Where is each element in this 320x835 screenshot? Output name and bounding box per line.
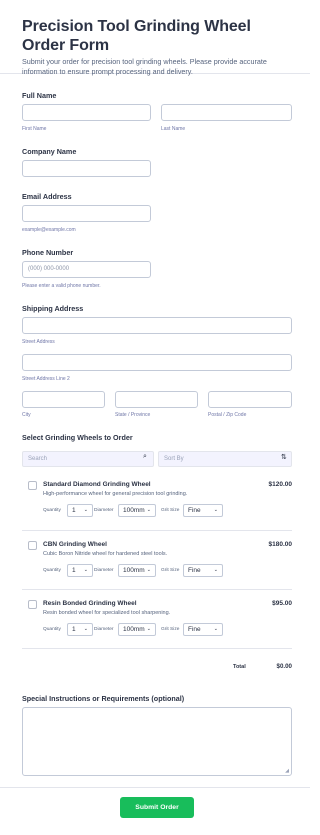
submit-button[interactable]: Submit Order	[120, 797, 194, 818]
product-checkbox[interactable]	[28, 481, 37, 490]
grit-label: Grit Size	[161, 508, 180, 513]
chevron-down-icon: ⌄	[213, 567, 218, 573]
grit-label: Grit Size	[161, 568, 180, 573]
grit-select[interactable]: Fine ⌄	[183, 623, 223, 636]
product-item: Resin Bonded Grinding Wheel $95.00 Resin…	[22, 596, 292, 656]
diameter-select[interactable]: 100mm ⌄	[118, 564, 156, 577]
product-checkbox[interactable]	[28, 600, 37, 609]
quantity-label: Quantity	[43, 568, 61, 573]
instructions-textarea[interactable]: ◢	[22, 707, 292, 776]
full-name-label: Full Name	[22, 91, 57, 100]
quantity-select[interactable]: 1 ⌄	[67, 504, 93, 517]
product-description: Resin bonded wheel for specialized tool …	[43, 610, 171, 616]
form-title: Precision Tool Grinding Wheel Order Form	[22, 18, 251, 54]
grit-label: Grit Size	[161, 627, 180, 632]
chevron-down-icon: ⌄	[83, 567, 88, 573]
product-price: $95.00	[272, 600, 292, 607]
quantity-label: Quantity	[43, 508, 61, 513]
quantity-select[interactable]: 1 ⌄	[67, 564, 93, 577]
search-placeholder: Search	[28, 456, 48, 462]
product-divider	[22, 648, 292, 649]
quantity-value: 1	[72, 567, 76, 574]
last-name-sublabel: Last Name	[161, 126, 186, 132]
state-sublabel: State / Province	[115, 412, 151, 418]
product-name: Standard Diamond Grinding Wheel	[43, 481, 151, 488]
form-header: Precision Tool Grinding Wheel Order Form…	[0, 0, 310, 76]
sort-select[interactable]: Sort By	[158, 451, 292, 467]
product-name: CBN Grinding Wheel	[43, 541, 107, 548]
product-search-input[interactable]: Search	[22, 451, 154, 467]
instructions-label: Special Instructions or Requirements (op…	[22, 694, 185, 703]
chevron-down-icon: ⌄	[213, 507, 218, 513]
diameter-label: Diameter	[94, 508, 114, 513]
product-name: Resin Bonded Grinding Wheel	[43, 600, 137, 607]
diameter-label: Diameter	[94, 627, 114, 632]
phone-input[interactable]: (000) 000-0000	[22, 261, 151, 278]
quantity-value: 1	[72, 507, 76, 514]
search-icon[interactable]: ⌕	[143, 453, 147, 461]
quantity-value: 1	[72, 626, 76, 633]
diameter-value: 100mm	[123, 567, 145, 574]
total-label: Total	[233, 664, 246, 670]
chevron-down-icon: ⌄	[83, 507, 88, 513]
street-sublabel: Street Address	[22, 339, 55, 345]
email-input[interactable]	[22, 205, 151, 222]
street-input[interactable]	[22, 317, 292, 334]
chevron-down-icon: ⌄	[83, 626, 88, 632]
phone-label: Phone Number	[22, 248, 74, 257]
diameter-value: 100mm	[123, 626, 145, 633]
grit-select[interactable]: Fine ⌄	[183, 504, 223, 517]
email-label: Email Address	[22, 192, 72, 201]
product-item: CBN Grinding Wheel $180.00 Cubic Boron N…	[22, 537, 292, 597]
diameter-label: Diameter	[94, 568, 114, 573]
grit-value: Fine	[188, 626, 201, 633]
quantity-select[interactable]: 1 ⌄	[67, 623, 93, 636]
diameter-select[interactable]: 100mm ⌄	[118, 623, 156, 636]
sort-placeholder: Sort By	[164, 456, 184, 462]
product-price: $180.00	[268, 541, 293, 548]
chevron-down-icon: ⌄	[146, 626, 151, 632]
product-item: Standard Diamond Grinding Wheel $120.00 …	[22, 477, 292, 537]
product-description: Cubic Boron Nitride wheel for hardened s…	[43, 551, 168, 557]
state-input[interactable]	[115, 391, 198, 408]
city-input[interactable]	[22, 391, 105, 408]
product-price: $120.00	[268, 481, 293, 488]
diameter-value: 100mm	[123, 507, 145, 514]
chevron-down-icon: ⌄	[146, 567, 151, 573]
product-divider	[22, 589, 292, 590]
grit-value: Fine	[188, 567, 201, 574]
diameter-select[interactable]: 100mm ⌄	[118, 504, 156, 517]
sort-icon[interactable]: ⇅	[281, 453, 287, 461]
form-subtitle: Submit your order for precision tool gri…	[22, 57, 267, 76]
address-label: Shipping Address	[22, 304, 84, 313]
product-description: High-performance wheel for general preci…	[43, 491, 188, 497]
grit-value: Fine	[188, 507, 201, 514]
resize-handle-icon[interactable]: ◢	[285, 768, 289, 774]
street2-sublabel: Street Address Line 2	[22, 376, 70, 382]
postal-sublabel: Postal / Zip Code	[208, 412, 247, 418]
company-input[interactable]	[22, 160, 151, 177]
chevron-down-icon: ⌄	[146, 507, 151, 513]
city-sublabel: City	[22, 412, 31, 418]
phone-sublabel: Please enter a valid phone number.	[22, 283, 101, 289]
grit-select[interactable]: Fine ⌄	[183, 564, 223, 577]
products-label: Select Grinding Wheels to Order	[22, 433, 133, 442]
product-divider	[22, 530, 292, 531]
quantity-label: Quantity	[43, 627, 61, 632]
last-name-input[interactable]	[161, 104, 292, 121]
postal-input[interactable]	[208, 391, 292, 408]
chevron-down-icon: ⌄	[213, 626, 218, 632]
email-sublabel: example@example.com	[22, 227, 76, 233]
company-label: Company Name	[22, 147, 77, 156]
total-value: $0.00	[276, 663, 292, 670]
street2-input[interactable]	[22, 354, 292, 371]
first-name-sublabel: First Name	[22, 126, 47, 132]
product-checkbox[interactable]	[28, 541, 37, 550]
first-name-input[interactable]	[22, 104, 151, 121]
